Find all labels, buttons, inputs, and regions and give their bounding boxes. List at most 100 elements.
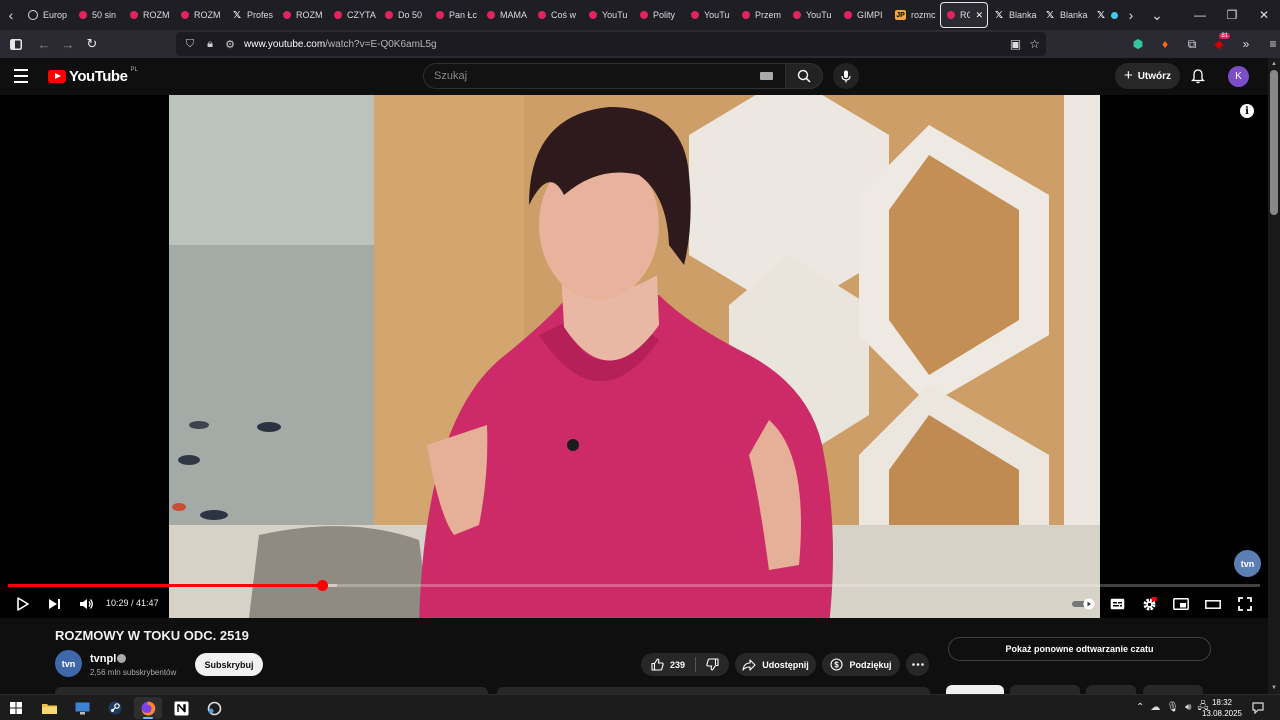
shield-icon[interactable]: ⛉ bbox=[184, 38, 196, 51]
video-player[interactable]: i tvn 10:29 / 41:47 bbox=[0, 95, 1268, 618]
scroll-up-icon[interactable]: ▲ bbox=[1270, 60, 1278, 68]
like-button[interactable]: 239 bbox=[651, 658, 685, 671]
info-icon[interactable]: i bbox=[1240, 104, 1254, 118]
dislike-button[interactable] bbox=[706, 658, 719, 671]
firefox-icon[interactable] bbox=[134, 697, 162, 719]
browser-tab[interactable]: Pan Łc bbox=[430, 2, 481, 28]
browser-tab-active[interactable]: RO ✕ bbox=[940, 2, 988, 28]
hamburger-menu-icon[interactable] bbox=[14, 66, 34, 86]
browser-tab[interactable]: Europ bbox=[22, 2, 73, 28]
youtube-logo[interactable]: YouTube PL bbox=[48, 67, 138, 85]
scroll-thumb[interactable] bbox=[1270, 70, 1278, 215]
scroll-down-icon[interactable]: ▼ bbox=[1270, 684, 1278, 692]
channel-name[interactable]: tvnpl bbox=[90, 653, 116, 665]
related-filter-chip[interactable] bbox=[1010, 685, 1080, 694]
related-filter-chip[interactable] bbox=[1143, 685, 1203, 694]
browser-tab[interactable]: 𝕏 Profes bbox=[226, 2, 277, 28]
browser-tab[interactable]: 𝕏 Blanka bbox=[1039, 2, 1090, 28]
notification-center-icon[interactable] bbox=[1252, 701, 1264, 715]
miniplayer-button[interactable] bbox=[1169, 592, 1193, 616]
comments-box[interactable] bbox=[497, 687, 930, 694]
progress-bar[interactable] bbox=[8, 580, 1260, 591]
browser-tab[interactable]: YouTu bbox=[787, 2, 838, 28]
browser-tab[interactable]: Do 50 bbox=[379, 2, 430, 28]
keyboard-icon[interactable] bbox=[760, 72, 773, 80]
show-chat-replay-button[interactable]: Pokaż ponowne odtwarzanie czatu bbox=[948, 637, 1211, 661]
description-box[interactable] bbox=[55, 687, 488, 694]
close-window-icon[interactable]: ✕ bbox=[1248, 0, 1280, 30]
back-arrow-icon[interactable]: ← bbox=[32, 32, 56, 56]
url-text[interactable]: www.youtube.com/watch?v=E-Q0K6amL5g bbox=[244, 39, 437, 50]
notifications-bell-icon[interactable] bbox=[1188, 66, 1208, 86]
permissions-icon[interactable]: ⚙︎ bbox=[224, 38, 236, 51]
overflow-chevron-icon[interactable]: » bbox=[1234, 32, 1258, 56]
tab-scroll-left-icon[interactable]: ‹ bbox=[0, 0, 22, 30]
tray-expand-chevron-icon[interactable]: ⌃ bbox=[1136, 702, 1144, 713]
video-frame[interactable] bbox=[169, 95, 1100, 618]
speaker-icon[interactable]: 🔊︎ bbox=[1185, 702, 1191, 713]
taskbar-clock[interactable]: 18:32 13.08.2025 bbox=[1200, 697, 1244, 719]
minimize-icon[interactable]: — bbox=[1184, 0, 1216, 30]
close-tab-icon[interactable]: ✕ bbox=[975, 10, 983, 21]
reader-view-icon[interactable]: ▣ bbox=[1010, 37, 1021, 51]
browser-tab[interactable]: JP rozmc bbox=[889, 2, 940, 28]
forward-arrow-icon[interactable]: → bbox=[56, 32, 80, 56]
restore-icon[interactable]: ❐ bbox=[1216, 0, 1248, 30]
browser-tab[interactable]: ROZM bbox=[124, 2, 175, 28]
related-filter-chip[interactable] bbox=[946, 685, 1004, 694]
browser-tab[interactable]: 50 sin bbox=[73, 2, 124, 28]
remote-desktop-icon[interactable] bbox=[68, 697, 96, 719]
extensions-puzzle-icon[interactable]: ⧉ bbox=[1180, 32, 1204, 56]
reload-icon[interactable]: ↻ bbox=[80, 32, 104, 56]
browser-tab[interactable]: GIMPI bbox=[838, 2, 889, 28]
tab-scroll-right-icon[interactable]: › bbox=[1120, 0, 1142, 30]
create-button[interactable]: + Utwórz bbox=[1115, 63, 1180, 89]
browser-tab[interactable]: CZYTA bbox=[328, 2, 379, 28]
channel-avatar[interactable]: tvn bbox=[55, 650, 82, 677]
browser-tab[interactable]: 𝕏 Blanka bbox=[988, 2, 1039, 28]
browser-tab[interactable]: MAMA bbox=[481, 2, 532, 28]
address-bar[interactable]: ⛉ 🔒︎ ⚙︎ www.youtube.com/watch?v=E-Q0K6am… bbox=[176, 32, 1046, 56]
lock-icon[interactable]: 🔒︎ bbox=[204, 38, 216, 51]
page-scrollbar[interactable]: ▲ ▼ bbox=[1268, 58, 1280, 694]
steam-icon[interactable] bbox=[101, 697, 129, 719]
sidebar-toggle-icon[interactable] bbox=[4, 32, 28, 56]
more-actions-button[interactable] bbox=[906, 653, 929, 676]
tab-list-chevron-down-icon[interactable]: ⌄ bbox=[1142, 0, 1172, 30]
onedrive-cloud-icon[interactable]: ☁ bbox=[1150, 702, 1160, 713]
browser-tab[interactable]: YouTu bbox=[685, 2, 736, 28]
app-menu-icon[interactable]: ≡ bbox=[1261, 32, 1280, 56]
search-input[interactable] bbox=[434, 70, 734, 82]
autoplay-toggle[interactable] bbox=[1071, 592, 1097, 616]
settings-button[interactable] bbox=[1137, 592, 1161, 616]
search-button[interactable] bbox=[785, 63, 823, 89]
theater-mode-button[interactable] bbox=[1201, 592, 1225, 616]
bookmark-star-icon[interactable]: ☆ bbox=[1029, 37, 1040, 51]
browser-tab[interactable]: ROZM bbox=[175, 2, 226, 28]
related-filter-chip[interactable] bbox=[1086, 685, 1136, 694]
channel-watermark[interactable]: tvn bbox=[1234, 550, 1261, 577]
next-button[interactable] bbox=[42, 592, 66, 616]
browser-tab[interactable]: Polity bbox=[634, 2, 685, 28]
account-avatar[interactable]: K bbox=[1228, 66, 1249, 87]
fullscreen-button[interactable] bbox=[1233, 592, 1257, 616]
file-explorer-folder-icon[interactable] bbox=[35, 697, 63, 719]
browser-tab[interactable]: Przem bbox=[736, 2, 787, 28]
sync-app-icon[interactable] bbox=[200, 697, 228, 719]
fox-extension-icon[interactable]: ♦ bbox=[1153, 32, 1177, 56]
notion-app-icon[interactable] bbox=[167, 697, 195, 719]
subscribe-button[interactable]: Subskrybuj bbox=[195, 653, 263, 676]
thanks-button[interactable]: $ Podziękuj bbox=[822, 653, 900, 676]
browser-tab[interactable]: YouTu bbox=[583, 2, 634, 28]
start-windows-icon[interactable] bbox=[2, 697, 30, 719]
ublock-icon[interactable]: ◆ 81 bbox=[1207, 32, 1231, 56]
subtitles-button[interactable] bbox=[1105, 592, 1129, 616]
vpn-shield-icon[interactable]: ⬢ bbox=[1126, 32, 1150, 56]
microphone-tray-icon[interactable]: 🎙︎ bbox=[1166, 702, 1179, 713]
share-button[interactable]: Udostępnij bbox=[735, 653, 816, 676]
play-button[interactable] bbox=[11, 592, 35, 616]
voice-search-button[interactable] bbox=[833, 63, 859, 89]
browser-tab[interactable]: 𝕏 bbox=[1090, 2, 1120, 28]
browser-tab[interactable]: Coś w bbox=[532, 2, 583, 28]
browser-tab[interactable]: ROZM bbox=[277, 2, 328, 28]
